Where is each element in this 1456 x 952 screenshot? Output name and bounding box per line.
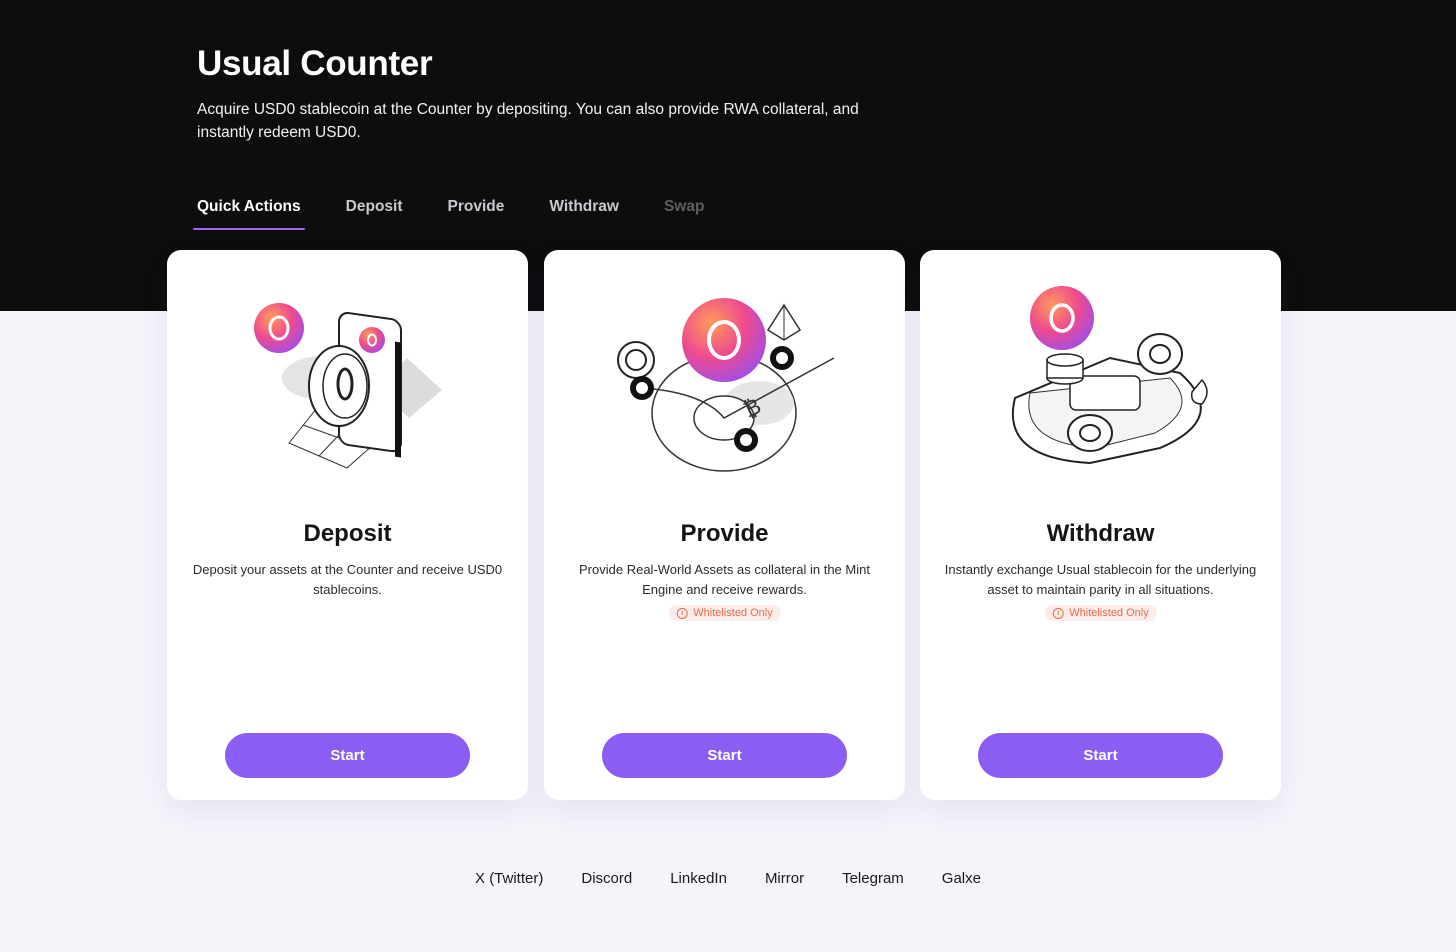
deposit-card: Deposit Deposit your assets at the Count… [167, 250, 528, 800]
deposit-illustration [254, 303, 442, 469]
info-icon [676, 607, 688, 619]
tab-deposit[interactable]: Deposit [342, 196, 407, 230]
page-title: Usual Counter [197, 44, 433, 83]
tab-provide[interactable]: Provide [444, 196, 509, 230]
withdraw-card: Withdraw Instantly exchange Usual stable… [920, 250, 1281, 800]
info-icon [1052, 607, 1064, 619]
tab-bar: Quick Actions Deposit Provide Withdraw S… [193, 196, 745, 230]
footer-link-discord[interactable]: Discord [581, 870, 632, 887]
whitelisted-only-badge: Whitelisted Only [668, 605, 781, 621]
deposit-start-button[interactable]: Start [225, 733, 470, 778]
footer-link-galxe[interactable]: Galxe [942, 870, 981, 887]
tab-quick-actions[interactable]: Quick Actions [193, 196, 305, 230]
tab-withdraw[interactable]: Withdraw [545, 196, 623, 230]
footer-link-mirror[interactable]: Mirror [765, 870, 804, 887]
badge-label: Whitelisted Only [693, 607, 773, 619]
withdraw-start-button[interactable]: Start [978, 733, 1223, 778]
footer-link-telegram[interactable]: Telegram [842, 870, 904, 887]
page-subtitle: Acquire USD0 stablecoin at the Counter b… [197, 101, 859, 141]
footer-links: X (Twitter) Discord LinkedIn Mirror Tele… [0, 870, 1456, 887]
provide-card-title: Provide [680, 520, 769, 547]
withdraw-card-description: Instantly exchange Usual stablecoin for … [944, 562, 1257, 597]
withdraw-illustration [1011, 286, 1208, 465]
whitelisted-only-badge: Whitelisted Only [1044, 605, 1157, 621]
provide-illustration: ₿ [617, 298, 835, 472]
withdraw-card-title: Withdraw [1046, 520, 1155, 547]
tab-swap[interactable]: Swap [660, 196, 708, 230]
provide-card-description: Provide Real-World Assets as collateral … [579, 562, 870, 597]
footer-link-linkedin[interactable]: LinkedIn [670, 870, 727, 887]
provide-card: ₿ Provide Provide Real-World Assets as c… [544, 250, 905, 800]
badge-label: Whitelisted Only [1069, 607, 1149, 619]
deposit-card-title: Deposit [303, 520, 392, 547]
deposit-card-description: Deposit your assets at the Counter and r… [192, 562, 503, 597]
provide-start-button[interactable]: Start [602, 733, 847, 778]
footer-link-twitter[interactable]: X (Twitter) [475, 870, 543, 887]
